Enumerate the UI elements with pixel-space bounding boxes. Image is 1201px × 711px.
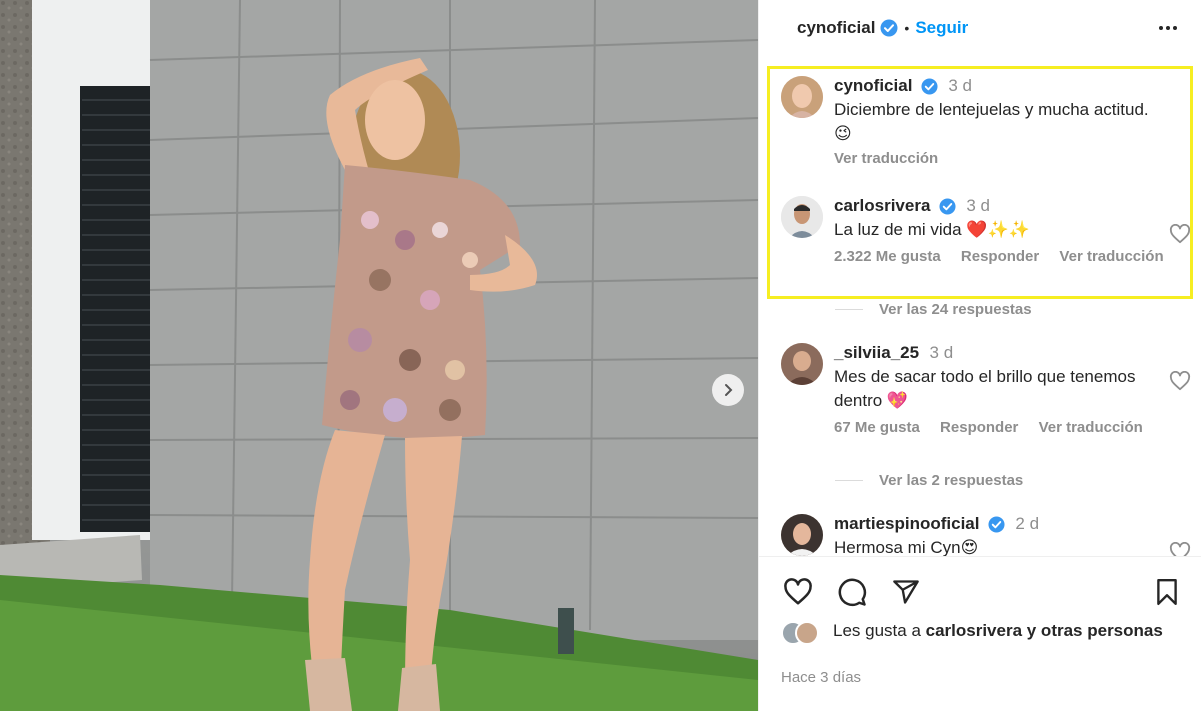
avatar[interactable] (781, 514, 823, 556)
comment-username[interactable]: martiespinooficial (834, 514, 979, 533)
comment-likes[interactable]: 2.322 Me gusta (834, 248, 941, 265)
share-icon (893, 580, 919, 604)
heart-icon[interactable] (1169, 224, 1191, 244)
divider (835, 309, 863, 310)
separator-dot: • (904, 20, 910, 36)
avatar (795, 621, 819, 645)
translate-link[interactable]: Ver traducción (834, 150, 1164, 167)
post-photo (0, 0, 758, 711)
comment-meta: 2.322 Me gusta Responder Ver traducción (834, 248, 1164, 265)
reply-button[interactable]: Responder (961, 248, 1039, 265)
likes-text: Les gusta a carlosrivera y otras persona… (833, 619, 1163, 647)
avatar[interactable] (781, 196, 823, 238)
comment-time: 2 d (1015, 514, 1040, 533)
avatar[interactable] (781, 76, 823, 118)
follow-button[interactable]: Seguir (915, 18, 968, 38)
chevron-right-icon (725, 384, 733, 396)
comment-username[interactable]: cynoficial (834, 76, 912, 95)
post-time: Hace 3 días (781, 669, 862, 686)
likes-others-link[interactable]: y otras personas (1022, 621, 1163, 640)
post-header: cynoficial • Seguir (759, 0, 1201, 56)
view-replies-label: Ver las 24 respuestas (879, 301, 1032, 318)
heart-icon[interactable] (1169, 371, 1191, 391)
save-button[interactable] (1150, 575, 1184, 609)
comment-username[interactable]: _silviia_25 (834, 343, 919, 362)
heart-icon[interactable] (1169, 542, 1191, 556)
translate-link[interactable]: Ver traducción (1059, 248, 1163, 265)
post-author-username[interactable]: cynoficial (797, 18, 875, 38)
comment-icon (838, 578, 867, 607)
post-actions: Les gusta a carlosrivera y otras persona… (759, 556, 1201, 711)
avatar[interactable] (781, 343, 823, 385)
comment-meta: 67 Me gusta Responder Ver traducción (834, 419, 1164, 436)
verified-icon (939, 198, 956, 215)
reply-button[interactable]: Responder (940, 419, 1018, 436)
translate-link[interactable]: Ver traducción (1039, 419, 1143, 436)
comment-username[interactable]: carlosrivera (834, 196, 930, 215)
post-image (0, 0, 758, 711)
verified-icon (988, 516, 1005, 533)
comments-list[interactable]: cynoficial 3 d Diciembre de lentejuelas … (759, 58, 1201, 556)
comment-text: La luz de mi vida ❤️✨✨ (834, 220, 1030, 239)
likes-prefix: Les gusta a (833, 621, 926, 640)
comment-text: Mes de sacar todo el brillo que tenemos … (834, 367, 1136, 410)
view-replies-button[interactable]: Ver las 2 respuestas (835, 472, 1023, 489)
next-photo-button[interactable] (712, 374, 744, 406)
view-replies-button[interactable]: Ver las 24 respuestas (835, 301, 1032, 318)
likes-summary: Les gusta a carlosrivera y otras persona… (781, 619, 1181, 647)
comment-button[interactable] (835, 575, 869, 609)
view-replies-label: Ver las 2 respuestas (879, 472, 1024, 489)
action-icons (781, 575, 923, 609)
likes-user-link[interactable]: carlosrivera (926, 621, 1022, 640)
comment-likes[interactable]: 67 Me gusta (834, 419, 920, 436)
comment-text: Hermosa mi Cyn😍 (834, 538, 979, 556)
share-button[interactable] (889, 575, 923, 609)
comment-time: 3 d (966, 196, 990, 215)
bookmark-icon (1157, 578, 1177, 606)
like-button[interactable] (781, 575, 815, 609)
comment-time: 3 d (929, 343, 954, 362)
comment-text: Diciembre de lentejuelas y mucha actitud… (834, 100, 1149, 143)
divider (835, 480, 863, 481)
verified-icon (921, 78, 938, 95)
post-side-panel: cynoficial • Seguir cynoficial 3 d Dicie… (758, 0, 1201, 711)
comment-time: 3 d (948, 76, 972, 95)
more-options-icon[interactable] (1156, 16, 1180, 40)
liker-avatars[interactable] (781, 621, 827, 647)
heart-icon (784, 578, 812, 605)
verified-icon (880, 19, 898, 37)
